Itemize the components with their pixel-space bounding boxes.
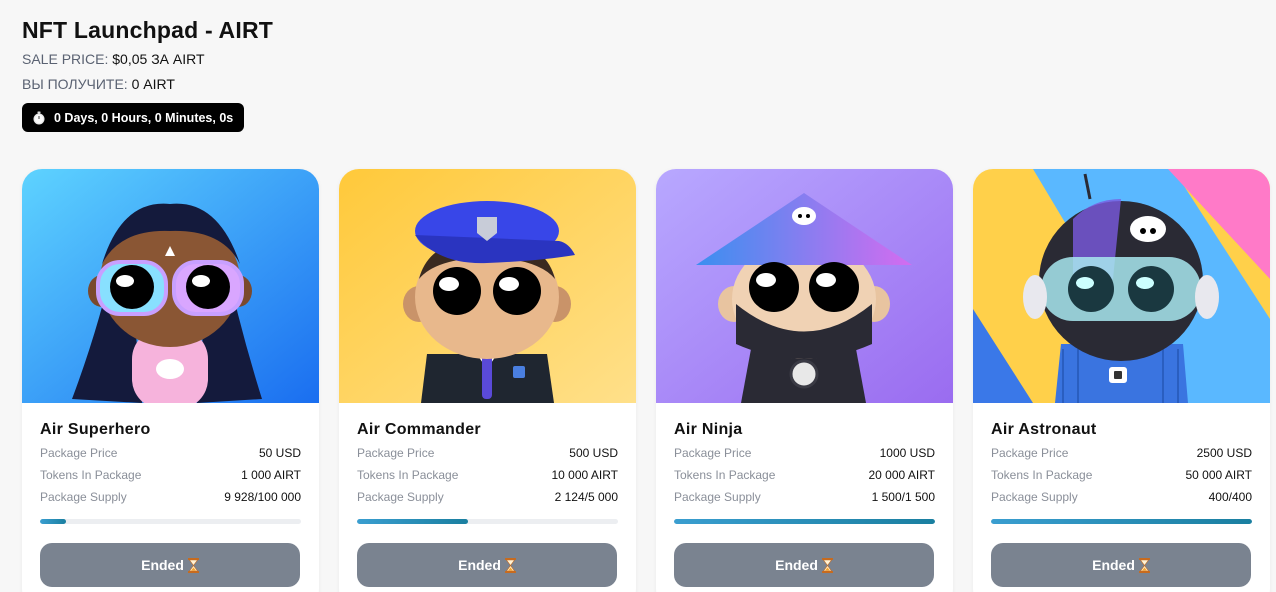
receive-value: 0 AIRT [131,76,175,92]
receive-label: ВЫ ПОЛУЧИТЕ: [22,76,128,92]
progress-fill [357,519,468,524]
tokens-value: 50 000 AIRT [1185,468,1253,482]
ended-button[interactable]: Ended [674,543,934,587]
tokens-row: Tokens In Package 20 000 AIRT [674,465,935,485]
supply-label: Package Supply [674,490,761,504]
sale-price-value: $0,05 ЗА AIRT [112,51,205,67]
ended-button-label: Ended [458,557,501,573]
package-card-ninja: Air Ninja Package Price 1000 USD Tokens I… [656,169,953,592]
sale-price-label: SALE PRICE: [22,51,109,67]
receive-line: ВЫ ПОЛУЧИТЕ: 0 AIRT [22,75,273,94]
tokens-row: Tokens In Package 10 000 AIRT [357,465,618,485]
ended-button-label: Ended [1092,557,1135,573]
package-price-label: Package Price [991,446,1069,460]
tokens-row: Tokens In Package 1 000 AIRT [40,465,301,485]
supply-row: Package Supply 400/400 [991,487,1252,507]
package-title: Air Ninja [674,421,743,438]
package-price-value: 50 USD [258,446,301,460]
package-card-astronaut: Air Astronaut Package Price 2500 USD Toke… [973,169,1270,592]
stopwatch-icon [33,111,45,124]
progress-fill [40,519,66,524]
package-price-label: Package Price [40,446,118,460]
hourglass-icon [1138,557,1150,573]
ended-button[interactable]: Ended [357,543,617,587]
supply-progress-bar [674,519,935,524]
supply-label: Package Supply [357,490,444,504]
package-price-label: Package Price [674,446,752,460]
package-price-row: Package Price 50 USD [40,443,301,463]
tokens-value: 1 000 AIRT [241,468,301,482]
hourglass-icon [504,557,516,573]
tokens-value: 20 000 AIRT [868,468,936,482]
page-header: NFT Launchpad - AIRT SALE PRICE: $0,05 З… [22,16,273,132]
package-price-row: Package Price 1000 USD [674,443,935,463]
supply-progress-bar [991,519,1252,524]
package-title: Air Commander [357,421,481,438]
timer-text: 0 Days, 0 Hours, 0 Minutes, 0s [54,110,234,125]
supply-row: Package Supply 1 500/1 500 [674,487,935,507]
tokens-row: Tokens In Package 50 000 AIRT [991,465,1252,485]
ended-button[interactable]: Ended [40,543,300,587]
package-cards: Air Superhero Package Price 50 USD Tokens… [22,169,1270,592]
tokens-label: Tokens In Package [357,468,459,482]
ended-button-label: Ended [775,557,818,573]
tokens-value: 10 000 AIRT [551,468,619,482]
progress-fill [674,519,935,524]
package-title: Air Astronaut [991,421,1097,438]
hourglass-icon [821,557,833,573]
package-price-row: Package Price 500 USD [357,443,618,463]
nft-artwork [22,169,319,403]
supply-progress-bar [357,519,618,524]
nft-artwork [973,169,1270,403]
hourglass-icon [187,557,199,573]
supply-label: Package Supply [991,490,1078,504]
ended-button-label: Ended [141,557,184,573]
package-title: Air Superhero [40,421,151,438]
countdown-timer: 0 Days, 0 Hours, 0 Minutes, 0s [22,103,245,132]
supply-label: Package Supply [40,490,127,504]
supply-value: 1 500/1 500 [871,490,935,504]
package-price-label: Package Price [357,446,435,460]
sale-price-line: SALE PRICE: $0,05 ЗА AIRT [22,50,273,69]
ended-button[interactable]: Ended [991,543,1251,587]
supply-value: 2 124/5 000 [554,490,618,504]
tokens-label: Tokens In Package [991,468,1093,482]
package-price-row: Package Price 2500 USD [991,443,1252,463]
page-title: NFT Launchpad - AIRT [22,17,274,43]
nft-artwork [656,169,953,403]
supply-row: Package Supply 2 124/5 000 [357,487,618,507]
nft-artwork [339,169,636,403]
package-card-superhero: Air Superhero Package Price 50 USD Tokens… [22,169,319,592]
package-card-commander: Air Commander Package Price 500 USD Token… [339,169,636,592]
package-price-value: 2500 USD [1196,446,1252,460]
package-price-value: 500 USD [569,446,618,460]
supply-value: 400/400 [1208,490,1252,504]
supply-value: 9 928/100 000 [224,490,301,504]
progress-fill [991,519,1252,524]
tokens-label: Tokens In Package [40,468,142,482]
supply-row: Package Supply 9 928/100 000 [40,487,301,507]
tokens-label: Tokens In Package [674,468,776,482]
supply-progress-bar [40,519,301,524]
package-price-value: 1000 USD [879,446,935,460]
